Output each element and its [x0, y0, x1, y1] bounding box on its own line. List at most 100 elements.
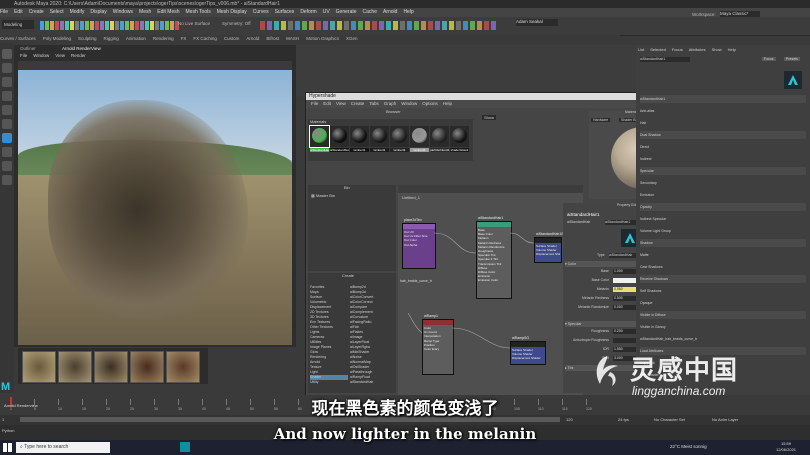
ae-attribute-row[interactable]: aiStandardHair_hair_braids_curve_tr	[640, 335, 806, 343]
shelf-tool-icon[interactable]	[165, 21, 169, 30]
hs-menu-tabs[interactable]: Tabs	[369, 101, 379, 106]
menu-item-edit-mesh[interactable]: Edit Mesh	[157, 9, 179, 15]
shelf-tool-icon[interactable]	[80, 21, 84, 30]
ae-focus-button[interactable]: Focus	[762, 57, 776, 61]
menu-item-deform[interactable]: Deform	[300, 9, 316, 15]
status-tool-icon[interactable]	[477, 21, 482, 30]
windows-start-icon[interactable]	[3, 443, 12, 452]
shelf-tab-curves-surfaces[interactable]: Curves / Surfaces	[0, 36, 36, 41]
taskbar-search-field[interactable]: ⌕ Type here to search	[16, 442, 110, 453]
live-surface-field[interactable]: No Live Surface	[178, 21, 210, 26]
menu-item-help[interactable]: Help	[403, 9, 413, 15]
property-value-field[interactable]: 1.000	[613, 269, 636, 274]
ae-attribute-row[interactable]: Emission	[640, 191, 806, 199]
shelf-tab-mash[interactable]: MASH	[286, 36, 299, 41]
shelf-tab-animation[interactable]: Animation	[126, 36, 146, 41]
mode-dropdown[interactable]: Modeling	[2, 20, 34, 29]
renderer-dropdown[interactable]: Hardware	[591, 118, 611, 122]
ae-attribute-row[interactable]: Indirect	[640, 155, 806, 163]
status-tool-icon[interactable]	[393, 21, 398, 30]
status-tool-icon[interactable]	[379, 21, 384, 30]
hs-menu-options[interactable]: Options	[422, 101, 438, 106]
shelf-tab-arnold[interactable]: Arnold	[246, 36, 259, 41]
ae-attribute-row[interactable]: Shadow	[640, 239, 806, 247]
shelf-tool-icon[interactable]	[45, 21, 49, 30]
ae-attribute-row[interactable]: Secondary	[640, 179, 806, 187]
hs-menu-view[interactable]: View	[336, 101, 346, 106]
ae-attribute-row[interactable]: Dual Shadow	[640, 131, 806, 139]
status-tool-icon[interactable]	[386, 21, 391, 30]
material-swatch[interactable]	[410, 126, 429, 147]
show-button[interactable]: Show	[482, 115, 497, 120]
ae-attribute-row[interactable]: Opacity	[640, 203, 806, 211]
status-tool-icon[interactable]	[344, 21, 349, 30]
status-tool-icon[interactable]	[337, 21, 342, 30]
shelf-tool-icon[interactable]	[55, 21, 59, 30]
sign-in-field[interactable]: Adam Seakal	[516, 19, 558, 26]
material-swatch[interactable]	[450, 126, 469, 147]
hs-menu-file[interactable]: File	[311, 101, 318, 106]
shelf-tab-poly-modeling[interactable]: Poly Modeling	[43, 36, 71, 41]
create-list-item[interactable]: aiStandardHair	[350, 380, 394, 385]
status-tool-icon[interactable]	[330, 21, 335, 30]
property-value-field[interactable]: 0.200	[613, 329, 636, 334]
ae-tab-selected[interactable]: Selected	[650, 47, 666, 52]
property-value-field[interactable]: 0.500	[613, 296, 636, 301]
shelf-tool-icon[interactable]	[115, 21, 119, 30]
status-tool-icon[interactable]	[274, 21, 279, 30]
menu-item-mesh-tools[interactable]: Mesh Tools	[186, 9, 211, 15]
status-tool-icon[interactable]	[442, 21, 447, 30]
shelf-tab-fx-caching[interactable]: FX Caching	[193, 36, 217, 41]
property-value-field[interactable]	[613, 278, 636, 283]
status-tool-icon[interactable]	[288, 21, 293, 30]
shelf-tool-icon[interactable]	[90, 21, 94, 30]
ae-tab-focus[interactable]: Focus	[672, 47, 683, 52]
status-tool-icon[interactable]	[316, 21, 321, 30]
ae-attribute-row[interactable]: Cast Shadows	[640, 263, 806, 271]
status-tool-icon[interactable]	[281, 21, 286, 30]
shelf-tool-icon[interactable]	[50, 21, 54, 30]
shelf-tool-icon[interactable]	[100, 21, 104, 30]
move-tool-icon[interactable]	[2, 91, 12, 101]
snapshot-thumb[interactable]	[130, 351, 164, 383]
ae-attribute-row[interactable]: Visible in Glossy	[640, 323, 806, 331]
shelf-tool-icon[interactable]	[140, 21, 144, 30]
status-tool-icon[interactable]	[449, 21, 454, 30]
status-tool-icon[interactable]	[435, 21, 440, 30]
lasso-tool-icon[interactable]	[2, 63, 12, 73]
materials-tab[interactable]: Materials	[310, 119, 326, 124]
menu-item-display[interactable]: Display	[90, 9, 106, 15]
status-tool-icon[interactable]	[351, 21, 356, 30]
menu-item-cache[interactable]: Cache	[363, 9, 377, 15]
shelf-tab-rendering[interactable]: Rendering	[153, 36, 174, 41]
snapshot-thumb[interactable]	[166, 351, 200, 383]
menu-item-modify[interactable]: Modify	[70, 9, 85, 15]
snapshot-thumb[interactable]	[58, 351, 92, 383]
material-swatch[interactable]	[350, 126, 369, 147]
ae-tab-attributes[interactable]: Attributes	[689, 47, 706, 52]
ae-tab-list[interactable]: List	[638, 47, 644, 52]
shelf-tool-icon[interactable]	[170, 21, 174, 30]
scale-tool-icon[interactable]	[2, 119, 12, 129]
workspace-dropdown[interactable]: Maya Classic*	[720, 11, 760, 17]
material-swatch[interactable]	[390, 126, 409, 147]
shelf-tool-icon[interactable]	[105, 21, 109, 30]
rv-menu-file[interactable]: File	[20, 53, 27, 58]
create-tree-item[interactable]: Utility	[310, 380, 348, 385]
shelf-tab-custom[interactable]: Custom	[224, 36, 240, 41]
ae-attribute-row[interactable]: Anti-alias	[640, 107, 806, 115]
maya-taskbar-icon[interactable]	[180, 442, 190, 452]
ae-attribute-row[interactable]: Volume Light Group	[640, 227, 806, 235]
shelf-tool-icon[interactable]	[60, 21, 64, 30]
rv-menu-window[interactable]: Window	[33, 53, 49, 58]
snapshot-thumb[interactable]	[22, 351, 56, 383]
shelf-tool-icon[interactable]	[150, 21, 154, 30]
select-tool-icon[interactable]	[2, 49, 12, 59]
layout-side-icon[interactable]	[2, 161, 12, 171]
material-swatch[interactable]	[430, 126, 449, 147]
menu-item-curves[interactable]: Curves	[253, 9, 269, 15]
status-tool-icon[interactable]	[407, 21, 412, 30]
status-tool-icon[interactable]	[491, 21, 496, 30]
status-tool-icon[interactable]	[323, 21, 328, 30]
ae-tab-show[interactable]: Show	[712, 47, 722, 52]
